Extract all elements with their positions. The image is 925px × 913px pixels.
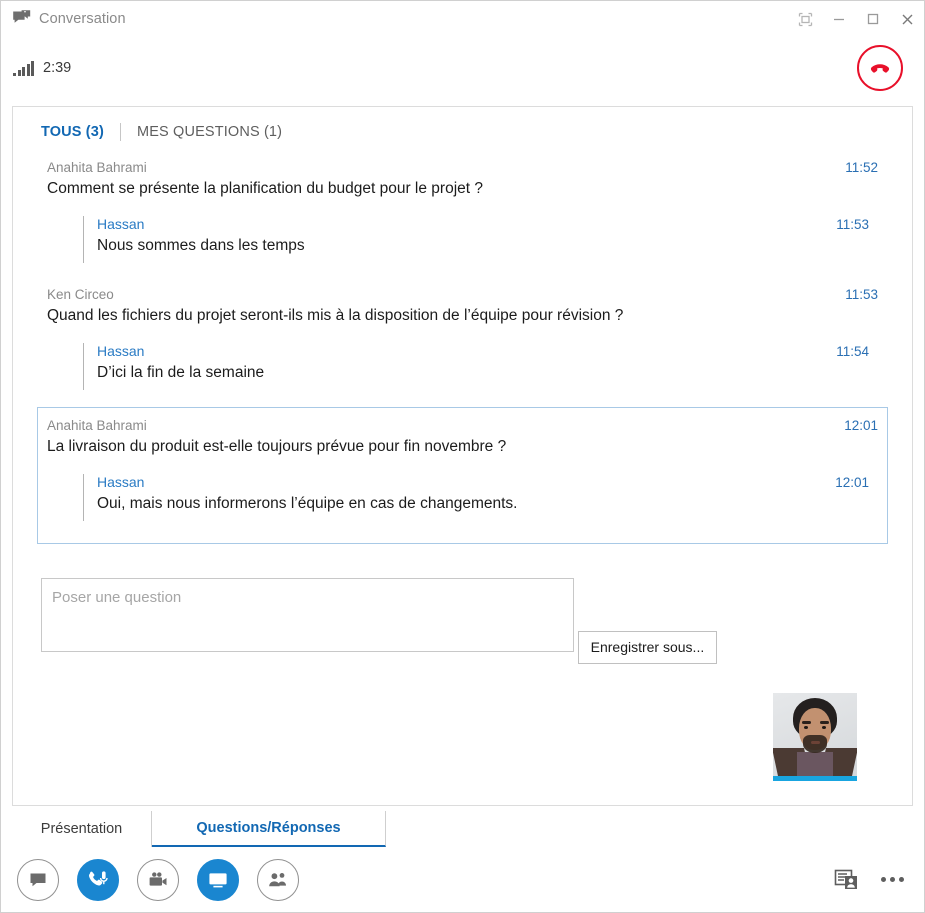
qa-answer-text: D’ici la fin de la semaine xyxy=(97,363,878,384)
title-bar: ” Conversation xyxy=(1,1,924,37)
window-title: Conversation xyxy=(39,11,126,27)
participants-button[interactable] xyxy=(257,859,299,901)
close-button[interactable] xyxy=(890,1,924,37)
more-dot xyxy=(890,877,895,882)
save-as-button[interactable]: Enregistrer sous... xyxy=(578,631,718,664)
qa-item[interactable]: Ken Circeo 11:53 Quand les fichiers du p… xyxy=(37,280,888,401)
qa-answer-header: Hassan 11:53 xyxy=(97,216,878,232)
more-dot xyxy=(881,877,886,882)
popout-button[interactable] xyxy=(788,1,822,37)
more-dot xyxy=(899,877,904,882)
qa-question-text: Quand les fichiers du projet seront-ils … xyxy=(47,306,878,327)
qa-asker-name: Ken Circeo xyxy=(47,287,114,302)
call-timer: 2:39 xyxy=(43,60,71,76)
phone-mic-icon xyxy=(87,869,109,891)
qa-question-time: 11:52 xyxy=(845,160,878,175)
qa-answer-header: Hassan 11:54 xyxy=(97,343,878,359)
qa-answer-block: Hassan 11:53 Nous sommes dans les temps xyxy=(83,216,878,263)
conversation-bubble-icon: ” xyxy=(11,10,31,28)
qa-answer-text: Oui, mais nous informerons l’équipe en c… xyxy=(97,494,878,515)
video-camera-icon xyxy=(147,870,169,890)
present-button[interactable] xyxy=(197,859,239,901)
video-button[interactable] xyxy=(137,859,179,901)
qa-responder-name: Hassan xyxy=(97,343,144,359)
qa-answer-block: Hassan 12:01 Oui, mais nous informerons … xyxy=(83,474,878,521)
qa-question-text: La livraison du produit est-elle toujour… xyxy=(47,437,878,458)
qa-question-time: 11:53 xyxy=(845,287,878,302)
minimize-button[interactable] xyxy=(822,1,856,37)
video-thumbnail[interactable] xyxy=(773,693,857,781)
video-eye-right xyxy=(822,726,826,729)
bottom-toolbar xyxy=(1,847,924,912)
tab-presentation[interactable]: Présentation xyxy=(12,811,152,847)
tab-separator xyxy=(120,123,121,141)
qa-answer-text: Nous sommes dans les temps xyxy=(97,236,878,257)
qa-tab-my-questions[interactable]: MES QUESTIONS (1) xyxy=(137,124,282,140)
qa-question-text: Comment se présente la planification du … xyxy=(47,179,878,200)
svg-text:”: ” xyxy=(23,11,26,17)
qa-question-time: 12:01 xyxy=(844,418,878,433)
qa-asker-name: Anahita Bahrami xyxy=(47,418,147,433)
roster-button[interactable] xyxy=(831,864,863,896)
video-eye-left xyxy=(804,726,808,729)
chat-button[interactable] xyxy=(17,859,59,901)
qa-answer-time: 11:53 xyxy=(836,217,878,232)
monitor-icon xyxy=(207,870,229,890)
chat-bubble-icon xyxy=(28,870,48,890)
qa-responder-name: Hassan xyxy=(97,216,144,232)
hangup-phone-icon xyxy=(868,56,892,80)
qa-item-header: Anahita Bahrami 12:01 xyxy=(47,418,878,433)
qa-asker-name: Anahita Bahrami xyxy=(47,160,147,175)
qa-item[interactable]: Anahita Bahrami 11:52 Comment se présent… xyxy=(37,153,888,274)
audio-button[interactable] xyxy=(77,859,119,901)
qa-responder-name: Hassan xyxy=(97,474,144,490)
hangup-button[interactable] xyxy=(857,45,903,91)
video-beard xyxy=(803,735,827,753)
qa-answer-time: 12:01 xyxy=(835,475,878,490)
qa-item-header: Ken Circeo 11:53 xyxy=(47,287,878,302)
maximize-button[interactable] xyxy=(856,1,890,37)
video-brow-right xyxy=(820,721,829,724)
qa-answer-header: Hassan 12:01 xyxy=(97,474,878,490)
qa-item-selected[interactable]: Anahita Bahrami 12:01 La livraison du pr… xyxy=(37,407,888,544)
qa-answer-block: Hassan 11:54 D’ici la fin de la semaine xyxy=(83,343,878,390)
qa-item-header: Anahita Bahrami 11:52 xyxy=(47,160,878,175)
qa-tab-bar: TOUS (3) MES QUESTIONS (1) xyxy=(13,107,912,153)
call-status-bar: 2:39 xyxy=(1,37,924,99)
video-mouth xyxy=(811,741,820,744)
video-brow-left xyxy=(802,721,811,724)
video-active-speaker-bar xyxy=(773,776,857,781)
qa-list: Anahita Bahrami 11:52 Comment se présent… xyxy=(13,153,912,544)
video-shirt xyxy=(797,752,833,776)
tab-questions-answers[interactable]: Questions/Réponses xyxy=(152,811,386,847)
bottom-tab-bar: Présentation Questions/Réponses xyxy=(12,811,913,847)
qa-panel: TOUS (3) MES QUESTIONS (1) Anahita Bahra… xyxy=(12,106,913,806)
qa-answer-time: 11:54 xyxy=(836,344,878,359)
window-controls xyxy=(788,1,924,37)
toolbar-right-group xyxy=(831,864,924,896)
contact-card-icon xyxy=(834,868,860,892)
composer-area: Enregistrer sous... xyxy=(13,550,912,664)
ask-question-input[interactable] xyxy=(41,578,574,652)
signal-strength-icon xyxy=(13,60,34,76)
qa-tab-all[interactable]: TOUS (3) xyxy=(41,124,104,140)
more-options-button[interactable] xyxy=(877,871,908,888)
people-icon xyxy=(267,870,289,890)
